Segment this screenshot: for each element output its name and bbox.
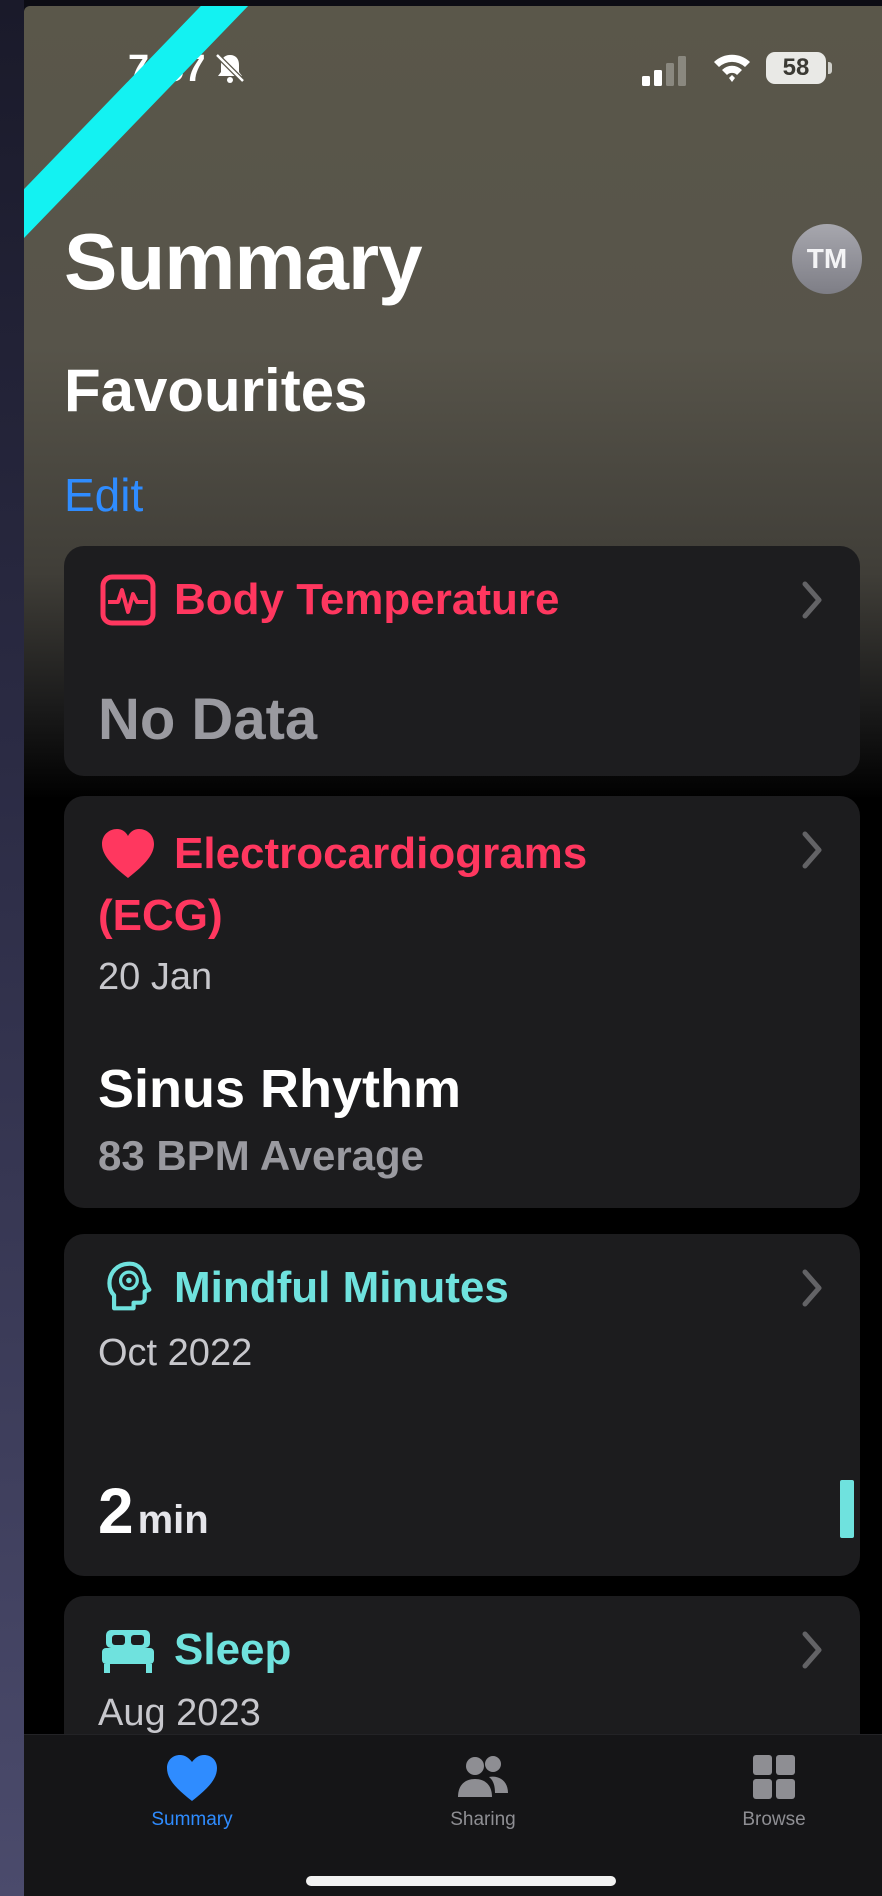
waveform-chart-icon <box>100 574 156 626</box>
tab-label: Summary <box>151 1809 233 1830</box>
ecg-card[interactable]: Electrocardiograms (ECG) 20 Jan Sinus Rh… <box>64 796 860 1208</box>
battery-indicator: 58 <box>766 52 826 84</box>
tab-label: Browse <box>742 1809 806 1830</box>
card-detail: 83 BPM Average <box>98 1132 425 1179</box>
card-value: Sinus Rhythm <box>98 1059 462 1119</box>
background-frame <box>0 0 24 1896</box>
bell-off-icon <box>215 53 245 83</box>
chevron-right-icon <box>802 831 822 869</box>
card-title-line2: (ECG) <box>98 891 223 940</box>
tab-label: Sharing <box>450 1809 516 1830</box>
favourites-heading: Favourites <box>64 357 368 424</box>
card-title: Sleep <box>174 1625 292 1674</box>
card-value: No Data <box>98 687 318 752</box>
avatar[interactable]: TM <box>792 224 862 294</box>
card-value: 2 min <box>98 1474 209 1548</box>
grid-icon <box>753 1755 795 1799</box>
card-title: Mindful Minutes <box>174 1263 509 1312</box>
page-title: Summary <box>64 217 423 306</box>
mind-head-icon <box>107 1261 152 1311</box>
people-icon <box>458 1756 508 1797</box>
card-date: Aug 2023 <box>98 1692 261 1734</box>
card-title-line1: Electrocardiograms <box>174 829 588 878</box>
chevron-right-icon <box>802 1269 822 1307</box>
value-number: 2 <box>98 1475 134 1547</box>
heart-icon <box>102 829 154 878</box>
chevron-right-icon <box>802 1631 822 1669</box>
card-title: Body Temperature <box>174 575 560 624</box>
tab-bar: Summary Sharing Browse <box>24 1734 882 1896</box>
battery-tip <box>828 62 832 74</box>
body-temperature-card[interactable]: Body Temperature No Data <box>64 546 860 776</box>
tab-browse[interactable]: Browse <box>684 1753 864 1831</box>
bed-icon <box>102 1630 154 1673</box>
card-date: 20 Jan <box>98 956 213 998</box>
phone-screen: 7:57 58 Summary TM Favourites Edit <box>24 6 882 1896</box>
mindful-minutes-card[interactable]: Mindful Minutes Oct 2022 2 min <box>64 1234 860 1576</box>
heart-icon <box>167 1755 217 1801</box>
value-unit: min <box>137 1498 209 1542</box>
mini-chart-bar <box>840 1480 854 1538</box>
cellular-signal-icon <box>642 56 686 86</box>
home-indicator[interactable] <box>306 1876 616 1886</box>
wifi-icon <box>714 54 750 82</box>
chevron-right-icon <box>802 581 822 619</box>
edit-button[interactable]: Edit <box>64 468 143 522</box>
card-date: Oct 2022 <box>98 1332 253 1374</box>
tab-sharing[interactable]: Sharing <box>393 1753 573 1831</box>
tab-summary[interactable]: Summary <box>102 1753 282 1831</box>
